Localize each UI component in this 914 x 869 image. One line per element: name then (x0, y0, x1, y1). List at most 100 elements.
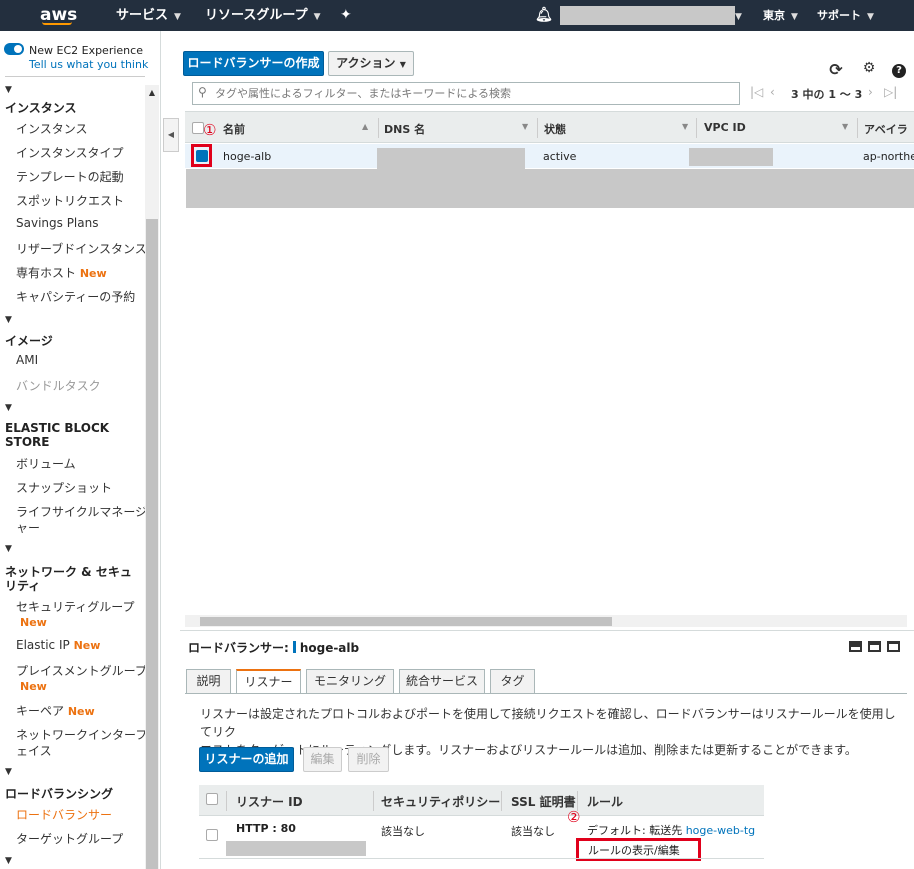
panel-split-icon[interactable] (868, 641, 881, 652)
resource-groups-label: リソースグループ (205, 8, 308, 23)
sort-icon[interactable]: ▼ (842, 122, 848, 131)
scroll-up-arrow-icon[interactable]: ▲ (146, 86, 158, 100)
sidebar-item-spot-requests[interactable]: スポットリクエスト (16, 192, 124, 209)
sidebar-item-eni-line1[interactable]: ネットワークインターフ (16, 726, 147, 743)
panel-max-icon[interactable] (887, 641, 900, 652)
help-icon[interactable]: ? (892, 64, 906, 78)
filter-search-box[interactable]: ⚲ (192, 82, 740, 105)
column-dns[interactable]: DNS 名 (384, 121, 425, 137)
last-page-icon[interactable]: ▷| (884, 85, 897, 99)
tab-listeners[interactable]: リスナー (236, 669, 301, 694)
new-badge: New (20, 616, 47, 629)
pin-icon[interactable]: ✦ (340, 0, 352, 31)
grid-header: 名前 ▲ DNS 名 ▼ 状態 ▼ VPC ID ▼ アベイラ (185, 111, 914, 143)
sidebar-scrollbar-thumb[interactable] (146, 219, 158, 869)
listeners-select-all-checkbox[interactable] (206, 793, 218, 805)
tab-description[interactable]: 説明 (186, 669, 231, 694)
sidebar-item-elastic-ip[interactable]: Elastic IP New (16, 638, 100, 652)
account-chevron-icon[interactable]: ▼ (735, 0, 742, 31)
region-menu[interactable]: 東京 ▼ (763, 0, 798, 31)
column-vpc-id[interactable]: VPC ID (704, 121, 746, 134)
sidebar-item-lifecycle-line2[interactable]: ャー (16, 519, 40, 536)
annotation-2: ② (567, 808, 581, 826)
description-line1: リスナーは設定されたプロトコルおよびポートを使用して接続リクエストを確認し、ロー… (200, 707, 896, 739)
create-load-balancer-button[interactable]: ロードバランサーの作成 (183, 51, 324, 76)
add-listener-button[interactable]: リスナーの追加 (199, 747, 294, 772)
lb-state-cell: active (543, 150, 577, 163)
grid-horizontal-scrollbar-thumb[interactable] (200, 617, 612, 626)
actions-button[interactable]: アクション ▼ (328, 51, 414, 76)
section-ebs-line1: ELASTIC BLOCK (5, 421, 110, 435)
sidebar-item-reserved-instances[interactable]: リザーブドインスタンス (16, 240, 147, 257)
table-row[interactable]: hoge-alb active ap-northe (185, 144, 914, 168)
gear-icon[interactable]: ⚙ (860, 60, 878, 76)
sidebar-item-security-groups[interactable]: セキュリティグループ (16, 598, 135, 615)
column-state[interactable]: 状態 (544, 121, 566, 137)
target-group-link[interactable]: hoge-web-tg (686, 824, 755, 837)
dedicated-hosts-label: 専有ホスト (16, 266, 77, 280)
sidebar-item-dedicated-hosts[interactable]: 専有ホスト New (16, 264, 107, 281)
services-menu[interactable]: サービス ▼ (116, 0, 181, 31)
sidebar-item-snapshots[interactable]: スナップショット (16, 479, 112, 496)
tab-monitoring[interactable]: モニタリング (306, 669, 394, 694)
sort-asc-icon[interactable]: ▲ (362, 122, 368, 131)
sidebar: New EC2 Experience Tell us what you thin… (0, 31, 160, 869)
listeners-table-header: リスナー ID セキュリティポリシー SSL 証明書 ルール (199, 785, 764, 816)
sidebar-item-volumes[interactable]: ボリューム (16, 455, 76, 472)
column-availability-zone[interactable]: アベイラ (864, 121, 908, 137)
listener-row-checkbox[interactable] (206, 829, 218, 841)
sidebar-item-key-pairs[interactable]: キーペア New (16, 702, 95, 719)
sort-icon[interactable]: ▼ (522, 122, 528, 131)
delete-button[interactable]: 削除 (348, 747, 389, 772)
lb-name-cell: hoge-alb (223, 150, 272, 163)
first-page-icon[interactable]: |◁ (750, 85, 763, 99)
tell-us-link[interactable]: Tell us what you think (29, 58, 148, 71)
search-input[interactable] (215, 85, 715, 102)
sidebar-item-bundle-tasks[interactable]: バンドルタスク (16, 377, 101, 394)
collapse-sidebar-icon[interactable]: ◀ (163, 118, 179, 152)
edit-button[interactable]: 編集 (303, 747, 342, 772)
splitter[interactable] (180, 630, 914, 631)
default-forward-label: デフォルト: 転送先 (587, 824, 683, 837)
sidebar-item-instances[interactable]: インスタンス (16, 120, 88, 137)
collapse-triangle-icon[interactable]: ▼ (5, 315, 12, 325)
collapse-triangle-icon[interactable]: ▼ (5, 856, 12, 866)
sidebar-item-instance-types[interactable]: インスタンスタイプ (16, 144, 124, 161)
sort-icon[interactable]: ▼ (682, 122, 688, 131)
column-name[interactable]: 名前 (223, 121, 245, 137)
new-badge: New (79, 267, 107, 280)
support-menu[interactable]: サポート ▼ (817, 0, 874, 31)
bell-icon[interactable]: 🔔︎ (535, 0, 553, 31)
prev-page-icon[interactable]: ‹ (770, 85, 775, 99)
detail-label: ロードバランサー: (188, 641, 289, 655)
sidebar-item-lifecycle-line1[interactable]: ライフサイクルマネージ (16, 503, 147, 520)
collapse-triangle-icon[interactable]: ▼ (5, 544, 12, 554)
sidebar-item-ami[interactable]: AMI (16, 353, 38, 367)
new-experience-label: New EC2 Experience (29, 44, 143, 57)
new-experience-toggle[interactable] (4, 43, 24, 55)
aws-logo[interactable]: aws (40, 0, 77, 31)
refresh-icon[interactable]: ⟳ (826, 60, 846, 79)
resource-groups-menu[interactable]: リソースグループ ▼ (205, 0, 321, 31)
sidebar-item-target-groups[interactable]: ターゲットグループ (16, 830, 123, 847)
account-name-redacted[interactable] (560, 6, 735, 25)
sidebar-item-capacity-reservations[interactable]: キャパシティーの予約 (16, 288, 135, 305)
sidebar-item-launch-templates[interactable]: テンプレートの起動 (16, 168, 124, 185)
collapse-triangle-icon[interactable]: ▼ (5, 403, 12, 413)
pagination-label: 3 中の 1 ～ 3 (791, 88, 863, 101)
sidebar-item-load-balancers[interactable]: ロードバランサー (16, 806, 112, 823)
tab-tags[interactable]: タグ (490, 669, 535, 694)
collapse-triangle-icon[interactable]: ▼ (5, 767, 12, 777)
sidebar-item-placement-groups[interactable]: プレイスメントグループ (16, 662, 147, 679)
panel-bottom-icon[interactable] (849, 641, 862, 652)
next-page-icon[interactable]: › (868, 85, 873, 99)
section-images: イメージ (5, 334, 53, 348)
new-badge: New (20, 680, 47, 693)
sidebar-item-savings-plans[interactable]: Savings Plans (16, 216, 98, 230)
key-pairs-label: キーペア (16, 704, 65, 718)
sidebar-item-eni-line2[interactable]: ェイス (16, 742, 52, 759)
chevron-down-icon: ▼ (791, 12, 798, 22)
column-security-policy: セキュリティポリシー (381, 795, 501, 809)
collapse-triangle-icon[interactable]: ▼ (5, 85, 12, 95)
tab-integrated-services[interactable]: 統合サービス (399, 669, 485, 694)
